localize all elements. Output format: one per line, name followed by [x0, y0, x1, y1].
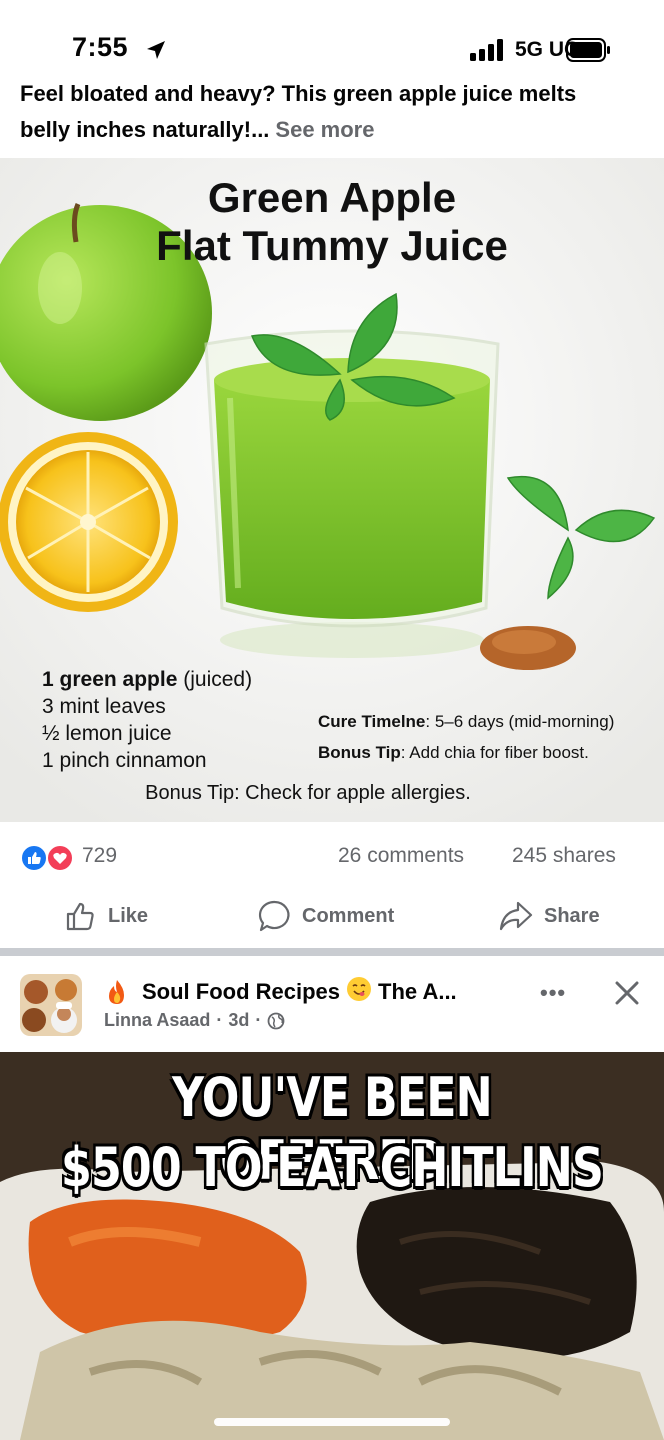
caption-line-1: Feel bloated and heavy? This green apple… [20, 84, 577, 106]
page-name-part-2: The A... [378, 979, 457, 1004]
page-avatar[interactable] [20, 974, 82, 1036]
post-actions: Like Comment Share [0, 888, 664, 944]
like-label: Like [108, 904, 149, 927]
lemon-half [0, 432, 178, 612]
yum-emoji-icon [347, 977, 372, 1001]
share-label: Share [544, 904, 600, 927]
reaction-icons[interactable] [20, 844, 76, 872]
cinnamon-pile [480, 626, 576, 670]
recipe-image[interactable]: Green Apple Flat Tummy Juice 1 green app… [0, 158, 664, 822]
bonus-tip-allergies: Bonus Tip: Check for apple allergies. [145, 782, 471, 804]
ingredient-item: 1 green apple (juiced) [42, 668, 253, 691]
post-caption: Feel bloated and heavy? This green apple… [20, 84, 644, 156]
bonus-tip: Bonus Tip: Add chia for fiber boost. [318, 743, 589, 762]
status-bar: 7:55 5G UC [0, 0, 664, 96]
recipe-title-line-1: Green Apple [207, 174, 457, 221]
post-meta: Linna Asaad · 3d · [104, 1010, 285, 1031]
page-name-part-1: Soul Food Recipes [142, 979, 341, 1004]
shares-count[interactable]: 245 shares [512, 844, 616, 868]
comments-count[interactable]: 26 comments [338, 844, 464, 868]
like-reaction-icon [20, 844, 48, 872]
close-icon[interactable] [612, 978, 642, 1008]
home-indicator[interactable] [214, 1418, 450, 1426]
author-name[interactable]: Linna Asaad [104, 1010, 210, 1031]
meme-image[interactable]: YOU'VE BEEN OFFERED $500 TO EAT CHITLINS [0, 1052, 664, 1440]
cure-info: Cure Timelne: 5–6 days (mid-morning) Bon… [318, 706, 614, 768]
ingredients-list: 1 green apple (juiced) 3 mint leaves ½ l… [42, 666, 252, 774]
comment-bubble-icon [258, 900, 290, 932]
share-arrow-icon [499, 901, 533, 931]
globe-icon [267, 1012, 285, 1029]
reaction-count[interactable]: 729 [82, 844, 117, 868]
feed-separator [0, 948, 664, 956]
post-time[interactable]: 3d [228, 1010, 249, 1031]
next-post-header: Soul Food Recipes The A... Linna Asaad ·… [0, 956, 664, 1052]
ingredient-item: 1 pinch cinnamon [42, 749, 207, 772]
reactions-row: 729 26 comments 245 shares [0, 826, 664, 886]
signal-bars-icon [470, 39, 503, 61]
fire-emoji-icon [109, 980, 124, 1004]
caption-line-2: belly inches naturally!... See more [20, 114, 374, 146]
love-reaction-icon [46, 844, 74, 872]
meme-text-line-2: $500 TO EAT CHITLINS [60, 1136, 604, 1199]
thumbs-up-icon [66, 902, 94, 931]
like-button[interactable]: Like [64, 898, 148, 934]
comment-label: Comment [302, 904, 395, 927]
page-name[interactable]: Soul Food Recipes The A... [104, 976, 457, 1008]
status-time: 7:55 [72, 32, 129, 62]
location-arrow-icon [147, 41, 165, 59]
ingredient-item: ½ lemon juice [42, 722, 172, 745]
battery-icon [566, 38, 610, 62]
see-more-link[interactable]: See more [275, 117, 374, 142]
ingredient-item: 3 mint leaves [42, 695, 166, 718]
caption-text: belly inches naturally!... [20, 117, 270, 142]
recipe-title-line-2: Flat Tummy Juice [156, 222, 508, 269]
more-options-button[interactable]: ••• [540, 980, 566, 1006]
comment-button[interactable]: Comment [258, 898, 394, 934]
share-button[interactable]: Share [498, 898, 600, 934]
cure-timeline: Cure Timelne: 5–6 days (mid-morning) [318, 712, 615, 731]
